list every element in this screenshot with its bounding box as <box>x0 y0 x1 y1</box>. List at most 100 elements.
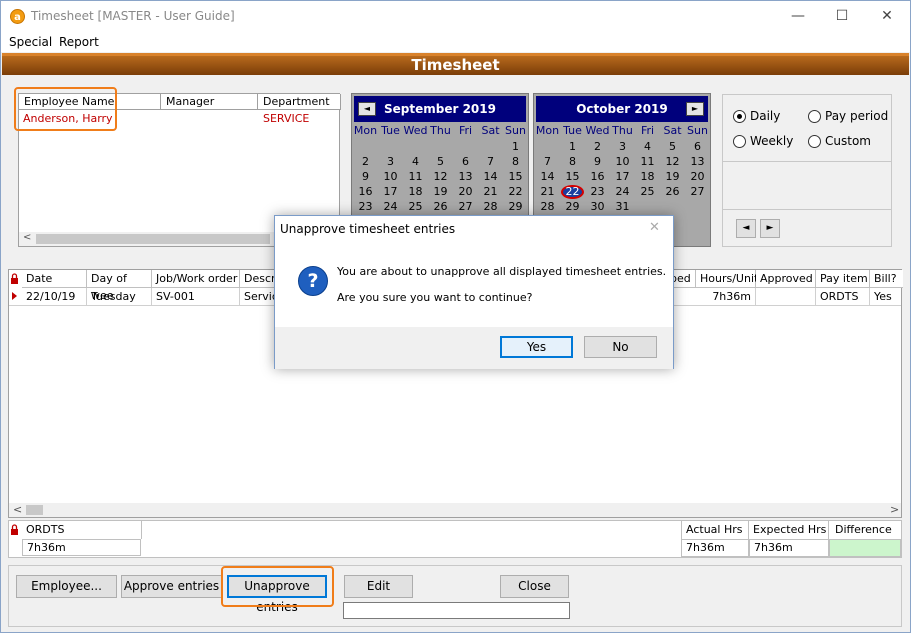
oct-day[interactable]: 29 <box>560 200 585 213</box>
col-approved[interactable]: Approved <box>756 270 816 288</box>
sept-day[interactable]: 3 <box>378 155 403 168</box>
col-job[interactable]: Job/Work order <box>152 270 240 288</box>
oct-day[interactable]: 27 <box>685 185 710 198</box>
entries-hscrollbar[interactable]: < > <box>9 503 901 517</box>
weekly-label[interactable]: Weekly <box>750 134 793 148</box>
pay-period-label[interactable]: Pay period <box>825 109 888 123</box>
oct-day[interactable]: 26 <box>660 185 685 198</box>
sept-day[interactable]: 18 <box>403 185 428 198</box>
yes-button[interactable]: Yes <box>500 336 573 358</box>
oct-day[interactable]: 17 <box>610 170 635 183</box>
oct-day[interactable]: 6 <box>685 140 710 153</box>
close-window-button[interactable]: ✕ <box>873 6 901 26</box>
oct-day[interactable]: 11 <box>635 155 660 168</box>
sept-day[interactable]: 20 <box>453 185 478 198</box>
oct-day[interactable]: 16 <box>585 170 610 183</box>
oct-day[interactable]: 19 <box>660 170 685 183</box>
cell-job[interactable]: SV-001 <box>152 288 240 305</box>
oct-day[interactable]: 22 <box>561 185 584 199</box>
employee-row-department[interactable]: SERVICE <box>263 112 309 125</box>
maximize-button[interactable]: ☐ <box>828 6 856 26</box>
sept-day[interactable]: 10 <box>378 170 403 183</box>
sept-day[interactable]: 7 <box>478 155 503 168</box>
cell-day[interactable]: Tuesday <box>87 288 152 305</box>
sept-day[interactable]: 6 <box>453 155 478 168</box>
oct-day[interactable]: 14 <box>535 170 560 183</box>
cell-hours[interactable]: 7h36m <box>696 288 756 305</box>
oct-day[interactable]: 4 <box>635 140 660 153</box>
scroll-left-icon[interactable]: < <box>13 503 22 516</box>
oct-day[interactable]: 25 <box>635 185 660 198</box>
sept-day[interactable]: 21 <box>478 185 503 198</box>
sept-day[interactable]: 11 <box>403 170 428 183</box>
sept-day[interactable]: 15 <box>503 170 528 183</box>
sept-day[interactable]: 8 <box>503 155 528 168</box>
oct-day[interactable]: 9 <box>585 155 610 168</box>
sept-day[interactable]: 12 <box>428 170 453 183</box>
weekly-radio[interactable] <box>733 135 746 148</box>
cell-approved[interactable] <box>756 288 816 305</box>
col-date[interactable]: Date <box>22 270 87 288</box>
oct-day[interactable]: 30 <box>585 200 610 213</box>
sept-day[interactable]: 24 <box>378 200 403 213</box>
sept-day[interactable]: 2 <box>353 155 378 168</box>
oct-day[interactable]: 18 <box>635 170 660 183</box>
period-next-button[interactable]: ► <box>760 219 780 238</box>
sept-day[interactable]: 14 <box>478 170 503 183</box>
cell-bill[interactable]: Yes <box>870 288 903 305</box>
sept-day[interactable]: 29 <box>503 200 528 213</box>
scroll-thumb[interactable] <box>36 234 270 244</box>
col-pay-item[interactable]: Pay item <box>816 270 870 288</box>
oct-day[interactable]: 20 <box>685 170 710 183</box>
title-bar[interactable]: a Timesheet [MASTER - User Guide] — ☐ ✕ <box>1 1 910 32</box>
oct-day[interactable]: 3 <box>610 140 635 153</box>
oct-day[interactable]: 21 <box>535 185 560 198</box>
no-button[interactable]: No <box>584 336 657 358</box>
col-day[interactable]: Day of wee <box>87 270 152 302</box>
oct-day[interactable]: 8 <box>560 155 585 168</box>
daily-radio[interactable] <box>733 110 746 123</box>
scroll-thumb[interactable] <box>26 505 43 515</box>
custom-radio[interactable] <box>808 135 821 148</box>
sept-day[interactable]: 5 <box>428 155 453 168</box>
sept-day[interactable]: 23 <box>353 200 378 213</box>
oct-day[interactable]: 2 <box>585 140 610 153</box>
pay-period-radio[interactable] <box>808 110 821 123</box>
sept-day[interactable]: 13 <box>453 170 478 183</box>
dialog-close-button[interactable]: ✕ <box>649 220 660 235</box>
oct-day[interactable]: 1 <box>560 140 585 153</box>
sept-day[interactable]: 28 <box>478 200 503 213</box>
column-manager[interactable]: Manager <box>161 94 258 110</box>
sept-day[interactable]: 25 <box>403 200 428 213</box>
daily-label[interactable]: Daily <box>750 109 780 123</box>
menu-special[interactable]: Special <box>9 35 52 49</box>
period-prev-button[interactable]: ◄ <box>736 219 756 238</box>
oct-day[interactable]: 10 <box>610 155 635 168</box>
oct-day[interactable]: 12 <box>660 155 685 168</box>
employee-button[interactable]: Employee... <box>16 575 117 598</box>
oct-day[interactable]: 13 <box>685 155 710 168</box>
col-bill[interactable]: Bill? <box>870 270 903 288</box>
sept-day[interactable]: 17 <box>378 185 403 198</box>
sept-day[interactable]: 19 <box>428 185 453 198</box>
sept-day[interactable]: 27 <box>453 200 478 213</box>
sept-day[interactable]: 26 <box>428 200 453 213</box>
column-department[interactable]: Department <box>258 94 341 110</box>
oct-day[interactable]: 7 <box>535 155 560 168</box>
oct-day[interactable]: 23 <box>585 185 610 198</box>
oct-day[interactable]: 28 <box>535 200 560 213</box>
custom-label[interactable]: Custom <box>825 134 871 148</box>
oct-day[interactable]: 31 <box>610 200 635 213</box>
minimize-button[interactable]: — <box>784 6 812 26</box>
scroll-right-icon[interactable]: > <box>890 503 899 516</box>
calendar-prev-button[interactable]: ◄ <box>358 102 376 116</box>
edit-button[interactable]: Edit <box>344 575 413 598</box>
sept-day[interactable]: 9 <box>353 170 378 183</box>
close-button[interactable]: Close <box>500 575 569 598</box>
oct-day[interactable]: 24 <box>610 185 635 198</box>
calendar-next-button[interactable]: ► <box>686 102 704 116</box>
sept-day[interactable]: 16 <box>353 185 378 198</box>
cell-date[interactable]: 22/10/19 <box>22 288 87 305</box>
sept-day[interactable]: 4 <box>403 155 428 168</box>
scroll-left-icon[interactable]: < <box>23 232 31 243</box>
